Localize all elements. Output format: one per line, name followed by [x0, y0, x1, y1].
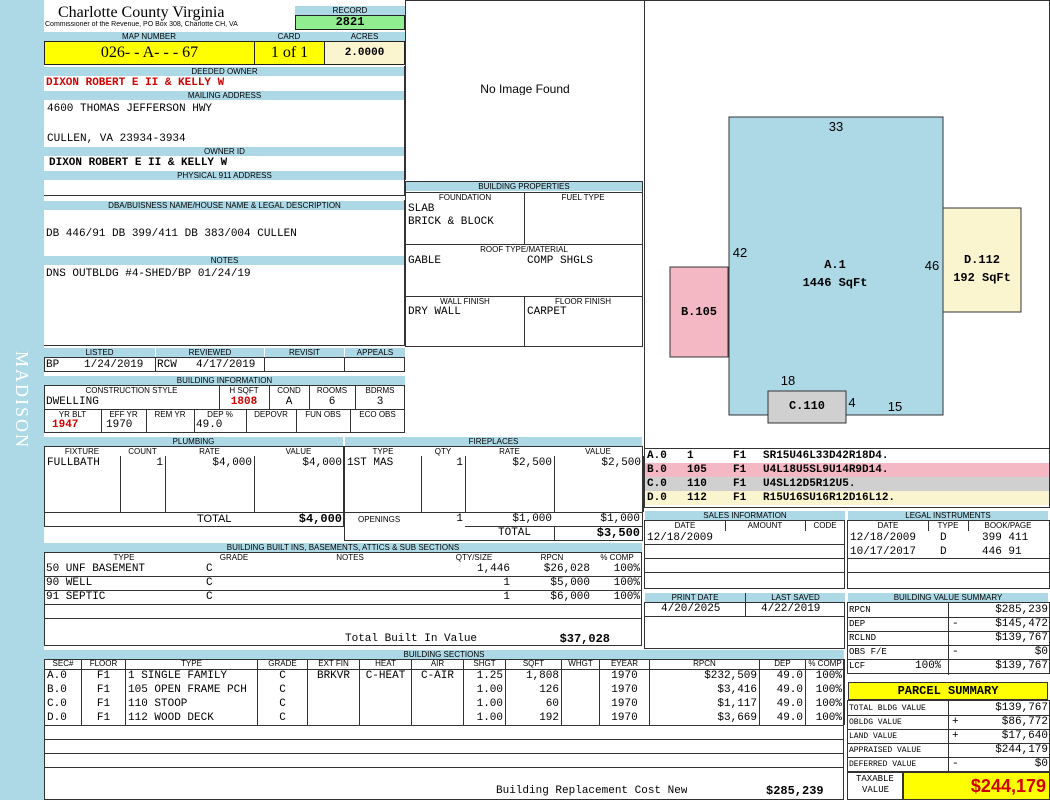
- vs-value: $0: [1034, 646, 1048, 658]
- legend-floor: F1: [733, 450, 747, 462]
- ps-value: $17,640: [1001, 730, 1048, 742]
- vs-value: $285,239: [995, 604, 1048, 616]
- notes-value: DNS OUTBLDG #4-SHED/BP 01/24/19: [46, 268, 251, 280]
- building-sketch: A.1 1446 SqFt B.105 C.110 D.112 192 SqFt…: [669, 116, 1022, 424]
- deeded-owner-value: DIXON ROBERT E II & KELLY W: [46, 77, 225, 89]
- ps-value: $86,772: [1001, 716, 1048, 728]
- fireplaces-header: FIREPLACES: [345, 437, 642, 446]
- sketch-area-d: 192 SqFt: [953, 271, 1011, 285]
- map-number-value: 026- - A- - - 67: [44, 41, 255, 65]
- ps-value: $0: [1034, 758, 1048, 770]
- revisit-header: REVISIT: [265, 348, 344, 357]
- vs-label: RPCN: [849, 605, 871, 615]
- legend-sec: D.0: [647, 492, 667, 504]
- mailing-line2: CULLEN, VA 23934-3934: [47, 133, 186, 145]
- card-value: 1 of 1: [254, 41, 325, 65]
- notes-header: NOTES: [44, 256, 405, 265]
- sketch-area-a: 1446 SqFt: [803, 276, 868, 290]
- ps-label: APPRAISED VALUE: [849, 746, 922, 755]
- owner-id-value: DIXON ROBERT E II & KELLY W: [49, 157, 228, 169]
- value-summary-header: BUILDING VALUE SUMMARY: [848, 593, 1048, 602]
- ps-label: DEFERRED VALUE: [849, 760, 917, 769]
- mailing-line1: 4600 THOMAS JEFFERSON HWY: [47, 103, 213, 115]
- value-summary-table: RPCN $285,239 DEP - $145,472 RCLND $139,…: [847, 602, 1050, 675]
- sketch-dim-15: 15: [888, 399, 902, 414]
- no-image-text: No Image Found: [480, 83, 570, 95]
- record-header: RECORD: [295, 6, 405, 15]
- vs-value: $145,472: [995, 618, 1048, 630]
- ps-label: OBLDG VALUE: [849, 718, 902, 727]
- building-sections-header: BUILDING SECTIONS: [44, 650, 844, 659]
- plumbing-header: PLUMBING: [44, 437, 343, 446]
- acres-value: 2.0000: [324, 41, 405, 65]
- legend-sec: C.0: [647, 478, 667, 490]
- listed-header: LISTED: [44, 348, 155, 357]
- ps-value: $139,767: [995, 702, 1048, 714]
- sketch-dim-top: 33: [829, 119, 843, 134]
- vs-label: OBS F/E: [849, 647, 887, 657]
- map-number-header: MAP NUMBER: [44, 32, 254, 41]
- sketch-dim-left: 42: [733, 245, 747, 260]
- vs-value: $139,767: [995, 660, 1048, 672]
- taxable-value: $244,179: [903, 772, 1050, 800]
- vs-label: LCF: [849, 661, 866, 671]
- legend-sec: B.0: [647, 464, 667, 476]
- mailing-address-header: MAILING ADDRESS: [44, 91, 405, 100]
- deeded-owner-header: DEEDED OWNER: [44, 67, 405, 76]
- record-value: 2821: [295, 15, 405, 30]
- physical-address-header: PHYSICAL 911 ADDRESS: [44, 171, 405, 180]
- legend-code: 105: [687, 464, 707, 476]
- legend-code: 1: [687, 450, 694, 462]
- legend-floor: F1: [733, 478, 747, 490]
- owner-id-header: OWNER ID: [44, 147, 405, 156]
- legal-header: LEGAL INSTRUMENTS: [848, 511, 1048, 520]
- legend-floor: F1: [733, 464, 747, 476]
- legend-vectors: R15U16SU16R12D16L12.: [763, 492, 896, 504]
- sketch-label-a: A.1: [824, 258, 846, 272]
- sketch-dim-18: 18: [781, 373, 795, 388]
- sketch-label-c: C.110: [789, 399, 825, 413]
- dba-value: DB 446/91 DB 399/411 DB 383/004 CULLEN: [46, 228, 297, 240]
- sketch-legend: A.0 1 F1 SR15U46L33D42R18D4. B.0 105 F1 …: [644, 448, 1050, 508]
- sketch-dim-right: 46: [925, 258, 939, 273]
- ps-label: LAND VALUE: [849, 732, 898, 741]
- building-info-header: BUILDING INFORMATION: [44, 376, 405, 385]
- district-label: MADISON: [12, 350, 32, 449]
- county-subtitle: Commissioner of the Revenue, PO Box 308,…: [45, 21, 238, 28]
- legend-vectors: U4SL12D5R12U5.: [763, 478, 856, 490]
- sales-header: SALES INFORMATION: [645, 511, 845, 520]
- dba-header: DBA/BUISNESS NAME/HOUSE NAME & LEGAL DES…: [44, 201, 405, 210]
- appeals-header: APPEALS: [345, 348, 405, 357]
- taxable-label-1: TAXABLE: [856, 774, 894, 784]
- legend-floor: F1: [733, 492, 747, 504]
- card-header: CARD: [254, 32, 324, 41]
- ps-value: $244,179: [995, 744, 1048, 756]
- legend-vectors: SR15U46L33D42R18D4.: [763, 450, 889, 462]
- acres-header: ACRES: [324, 32, 405, 41]
- legend-sec: A.0: [647, 450, 667, 462]
- sketch-dim-4: 4: [848, 395, 855, 410]
- legend-code: 110: [687, 478, 707, 490]
- vs-label: DEP: [849, 619, 866, 629]
- ps-label: TOTAL BLDG VALUE: [849, 704, 926, 713]
- reviewed-header: REVIEWED: [156, 348, 264, 357]
- taxable-label-2: VALUE: [862, 785, 890, 795]
- legend-code: 112: [687, 492, 707, 504]
- sketch-label-b: B.105: [681, 305, 717, 319]
- vs-label: RCLND: [849, 633, 877, 643]
- legend-vectors: U4L18U5SL9U14R9D14.: [763, 464, 889, 476]
- county-title: Charlotte County Virginia: [58, 4, 225, 21]
- vs-value: $139,767: [995, 632, 1048, 644]
- parcel-summary-title: PARCEL SUMMARY: [848, 682, 1048, 700]
- parcel-summary-table: TOTAL BLDG VALUE $139,767 OBLDG VALUE + …: [847, 700, 1050, 773]
- vs-pct: 100%: [915, 660, 942, 672]
- sketch-label-d: D.112: [964, 253, 1000, 267]
- print-date-header: PRINT DATE: [645, 593, 745, 602]
- last-saved-header: LAST SAVED: [746, 593, 845, 602]
- builtins-header: BUILDING BUILT INS, BASEMENTS, ATTICS & …: [44, 543, 642, 552]
